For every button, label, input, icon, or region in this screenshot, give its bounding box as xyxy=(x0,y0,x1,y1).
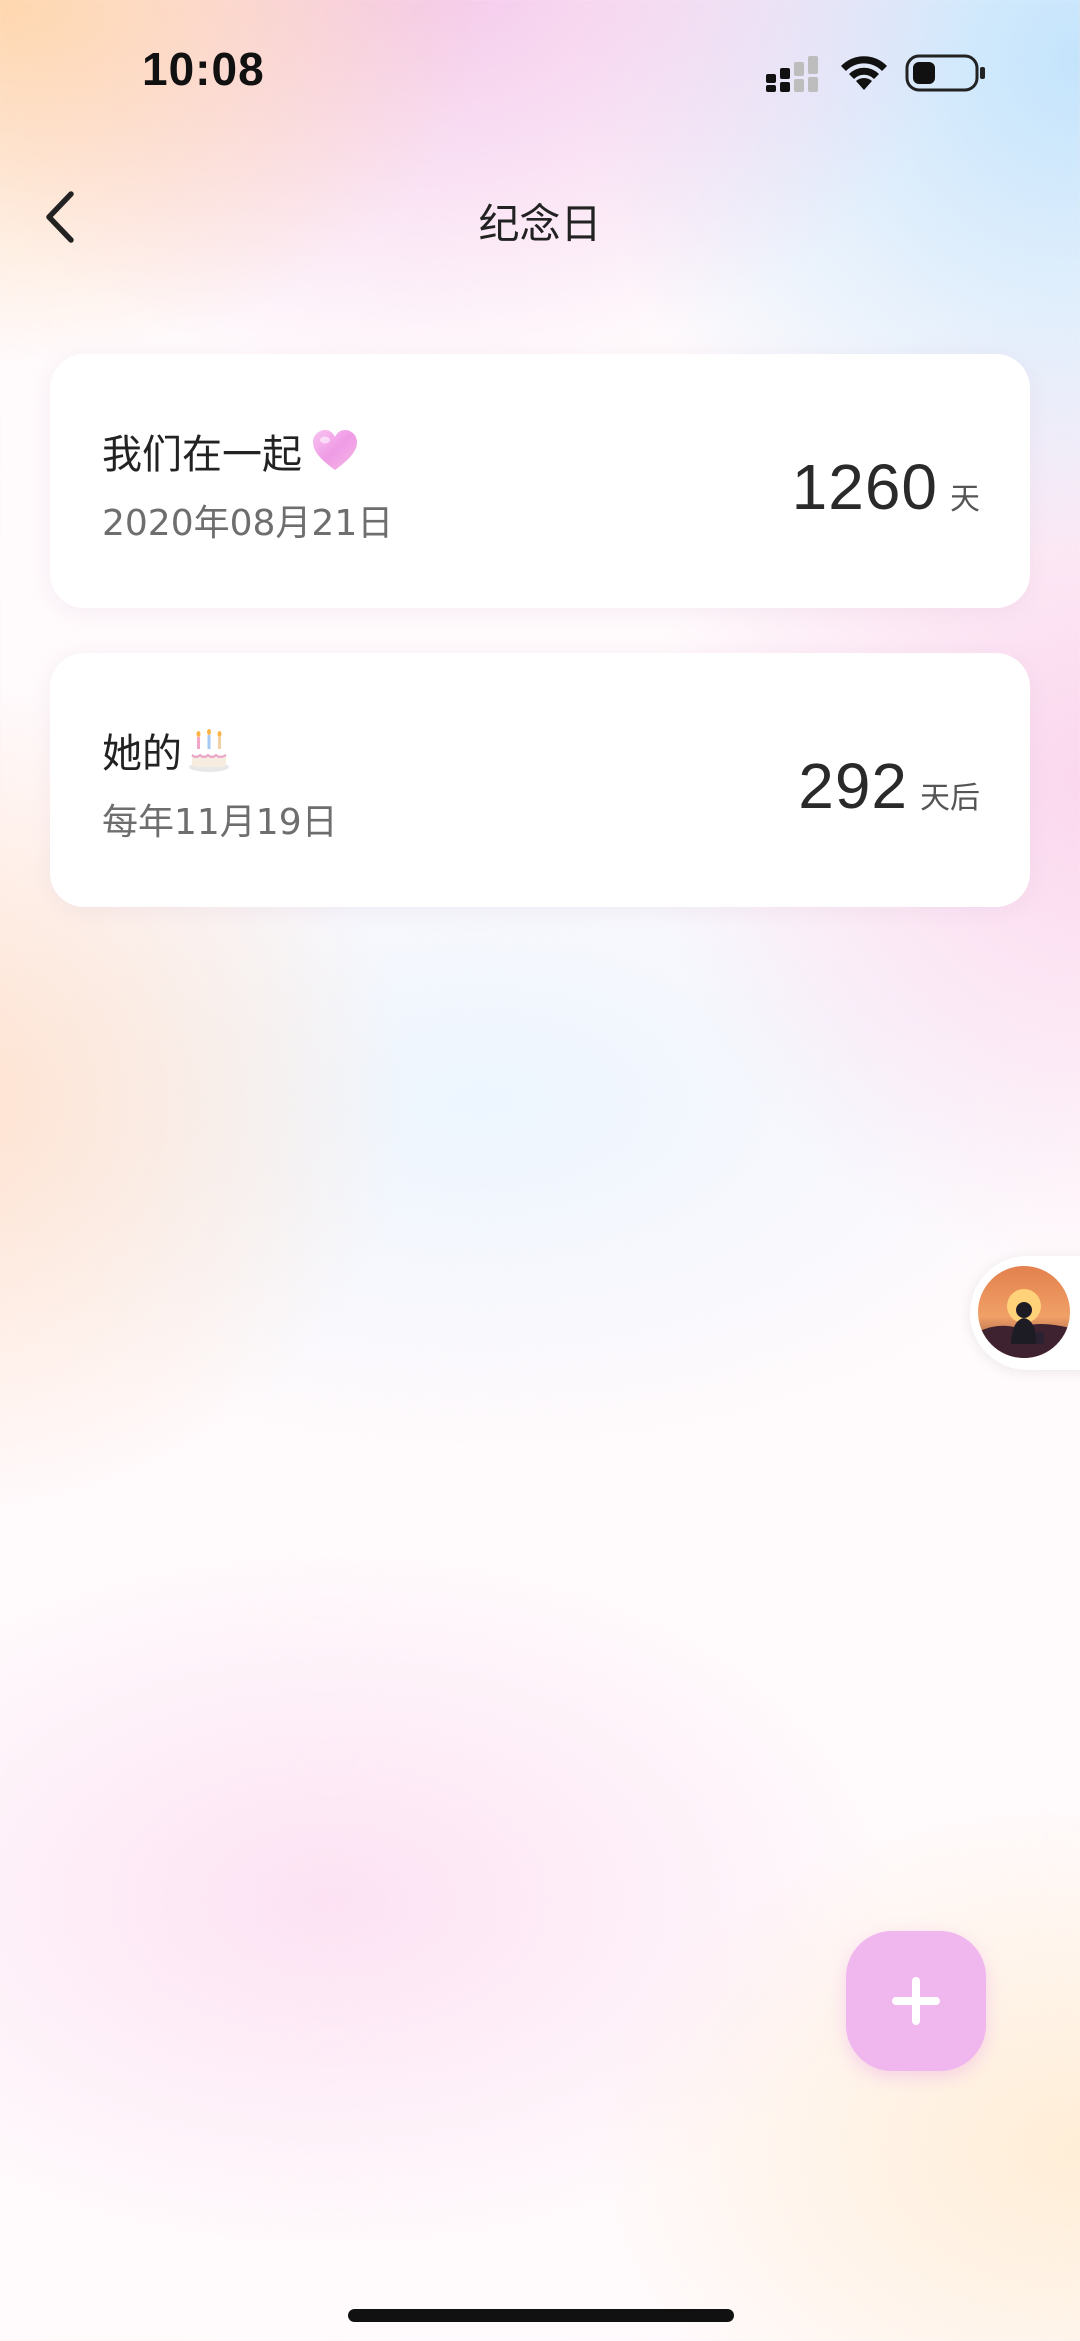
anniversary-card-together[interactable]: 我们在一起 2020年08月21日 1260 天 xyxy=(50,354,1030,608)
plus-icon xyxy=(892,1977,940,2025)
floating-avatar-tab[interactable] xyxy=(970,1256,1080,1370)
card-title: 我们在一起 xyxy=(102,422,360,480)
wifi-icon xyxy=(841,56,887,90)
card-title-text: 我们在一起 xyxy=(102,432,302,478)
status-bar: 10:08 xyxy=(0,0,1080,150)
card-count: 292 天后 xyxy=(798,749,980,823)
home-indicator[interactable] xyxy=(348,2309,734,2322)
user-avatar-icon xyxy=(978,1266,1070,1358)
card-title-text: 她的 xyxy=(102,731,182,777)
add-anniversary-button[interactable] xyxy=(846,1931,986,2071)
count-number: 292 xyxy=(798,750,908,822)
card-date: 2020年08月21日 xyxy=(102,503,394,544)
cellular-signal-icon xyxy=(766,56,818,92)
anniversary-card-birthday[interactable]: 她的 每年11月19日 292 天后 xyxy=(50,653,1030,907)
count-unit: 天后 xyxy=(920,781,980,816)
avatar xyxy=(978,1266,1070,1358)
card-date: 每年11月19日 xyxy=(102,802,338,843)
card-count: 1260 天 xyxy=(792,450,980,524)
status-time: 10:08 xyxy=(142,43,265,95)
page-title: 纪念日 xyxy=(478,200,602,248)
pink-heart-icon xyxy=(313,430,357,470)
count-number: 1260 xyxy=(791,451,938,523)
birthday-cake-icon xyxy=(189,729,229,772)
count-unit: 天 xyxy=(950,482,980,517)
card-title: 她的 xyxy=(102,721,234,779)
battery-icon xyxy=(905,54,985,92)
